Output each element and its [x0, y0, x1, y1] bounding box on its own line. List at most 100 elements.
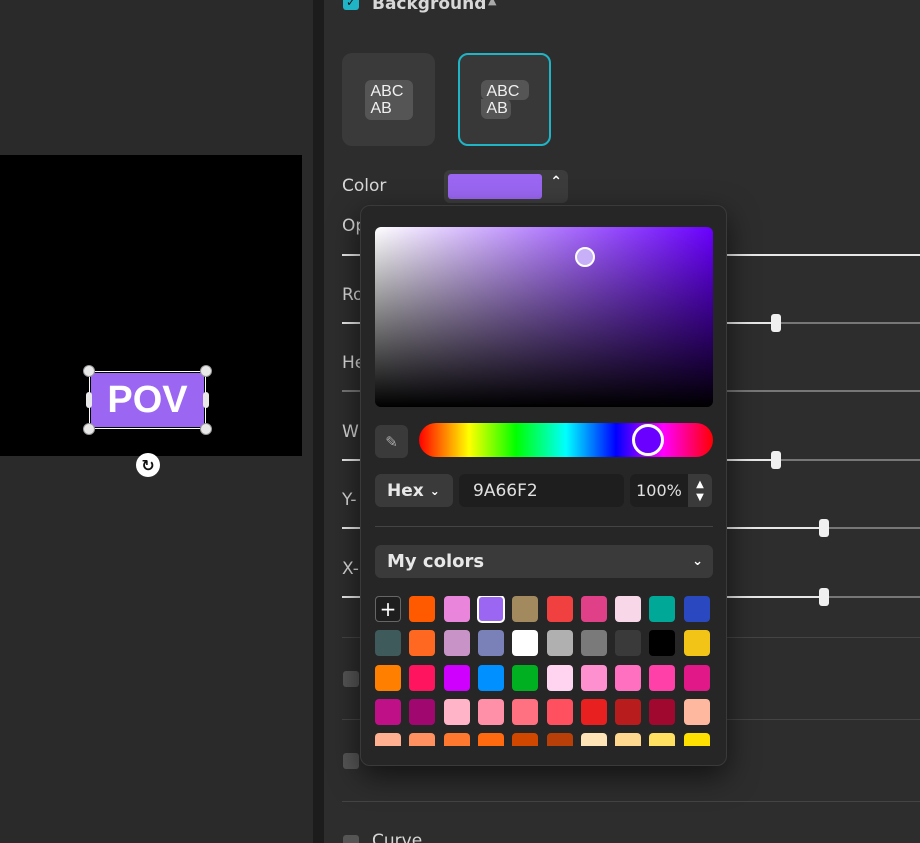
color-swatch[interactable] [581, 630, 607, 656]
color-swatch[interactable] [375, 665, 401, 691]
palette-dropdown[interactable]: My colors ⌄ [375, 545, 713, 578]
color-selector-marker[interactable] [575, 247, 595, 267]
color-swatch[interactable] [547, 630, 573, 656]
color-swatch[interactable] [478, 699, 504, 725]
color-swatch[interactable] [375, 733, 401, 746]
color-swatch[interactable] [409, 596, 435, 622]
color-swatch[interactable] [684, 596, 710, 622]
color-swatch[interactable] [409, 733, 435, 746]
color-swatch[interactable] [684, 630, 710, 656]
style-preview-icon: ABC AB [480, 79, 529, 120]
color-swatch[interactable] [547, 665, 573, 691]
color-swatch[interactable] [615, 665, 641, 691]
chevron-down-icon[interactable]: ▼ [696, 491, 704, 504]
color-swatch[interactable] [684, 699, 710, 725]
color-swatch[interactable] [444, 665, 470, 691]
opacity-stepper[interactable]: ▲ ▼ [688, 474, 712, 507]
color-swatch[interactable] [615, 699, 641, 725]
eyedropper-icon[interactable]: ✎ [375, 425, 408, 458]
hue-slider-thumb[interactable] [632, 424, 664, 456]
color-swatch[interactable] [409, 665, 435, 691]
color-swatch[interactable] [615, 596, 641, 622]
section-divider [342, 801, 920, 802]
color-swatch[interactable] [649, 665, 675, 691]
palette-label: My colors [387, 551, 485, 572]
color-swatch[interactable] [649, 596, 675, 622]
text-overlay-fill: POV [91, 373, 204, 427]
color-picker-popover: ✎ Hex ⌄ 100% ▲ ▼ My colors ⌄ + [360, 205, 727, 766]
color-swatch[interactable] [615, 733, 641, 746]
color-swatch[interactable] [444, 699, 470, 725]
color-dropdown-button[interactable]: ⌃ [444, 170, 568, 203]
color-swatch[interactable] [649, 630, 675, 656]
color-swatch[interactable] [478, 665, 504, 691]
text-overlay-box[interactable]: POV [89, 371, 206, 429]
x-offset-label: X- [342, 559, 359, 579]
color-swatch[interactable] [649, 733, 675, 746]
chevron-up-icon[interactable]: ▲ [488, 0, 496, 7]
chevron-up-icon[interactable]: ▲ [696, 478, 704, 491]
color-mode-label: Hex [387, 480, 424, 501]
picker-divider [375, 526, 713, 527]
saturation-value-area[interactable] [375, 227, 713, 407]
color-swatch[interactable] [684, 665, 710, 691]
slider-thumb[interactable] [771, 451, 781, 469]
slider-thumb[interactable] [819, 519, 829, 537]
hue-slider[interactable] [419, 423, 713, 457]
shadow-checkbox[interactable] [343, 753, 359, 769]
color-swatch[interactable] [512, 699, 538, 725]
rotate-icon[interactable]: ↻ [136, 453, 160, 477]
color-swatch[interactable] [547, 596, 573, 622]
color-swatch[interactable] [581, 596, 607, 622]
resize-handle-bottom-right[interactable] [200, 423, 212, 435]
color-swatch[interactable] [581, 665, 607, 691]
color-swatch[interactable] [684, 733, 710, 746]
color-swatch[interactable] [547, 699, 573, 725]
stroke-checkbox[interactable] [343, 671, 359, 687]
chevron-down-icon: ⌄ [692, 554, 703, 569]
color-swatch[interactable] [375, 630, 401, 656]
color-swatch[interactable] [512, 630, 538, 656]
resize-handle-right[interactable] [203, 392, 209, 408]
background-style-tile-1[interactable]: ABC AB [342, 53, 435, 146]
color-swatch[interactable] [615, 630, 641, 656]
color-swatch-grid: + [375, 596, 715, 746]
color-swatch[interactable] [478, 733, 504, 746]
color-swatch[interactable] [444, 596, 470, 622]
curve-section-title[interactable]: Curve [372, 831, 422, 843]
color-swatch[interactable] [581, 699, 607, 725]
color-swatch[interactable] [512, 665, 538, 691]
color-swatch[interactable] [581, 733, 607, 746]
color-swatch[interactable] [375, 699, 401, 725]
color-label: Color [342, 176, 387, 196]
color-swatch[interactable] [409, 699, 435, 725]
width-label: W [342, 422, 359, 442]
add-color-button[interactable]: + [375, 596, 401, 622]
hex-color-input[interactable] [459, 474, 624, 507]
color-swatch[interactable] [547, 733, 573, 746]
resize-handle-left[interactable] [86, 392, 92, 408]
color-swatch[interactable] [444, 733, 470, 746]
slider-thumb[interactable] [819, 588, 829, 606]
y-offset-label: Y- [342, 490, 357, 510]
color-swatch[interactable] [512, 596, 538, 622]
background-checkbox[interactable]: ✓ [343, 0, 359, 10]
background-section-title[interactable]: Background [372, 0, 486, 14]
slider-thumb[interactable] [771, 314, 781, 332]
chevron-up-icon: ⌃ [550, 174, 562, 190]
opacity-input[interactable]: 100% [630, 474, 688, 507]
resize-handle-top-left[interactable] [83, 365, 95, 377]
resize-handle-top-right[interactable] [200, 365, 212, 377]
chevron-down-icon: ⌄ [429, 483, 440, 498]
color-swatch[interactable] [512, 733, 538, 746]
resize-handle-bottom-left[interactable] [83, 423, 95, 435]
curve-checkbox[interactable] [343, 835, 359, 843]
color-swatch[interactable] [444, 630, 470, 656]
color-swatch[interactable] [649, 699, 675, 725]
color-swatch[interactable] [478, 630, 504, 656]
color-swatch[interactable] [409, 630, 435, 656]
color-mode-dropdown[interactable]: Hex ⌄ [375, 474, 453, 507]
background-style-tile-2[interactable]: ABC AB [458, 53, 551, 146]
color-swatch[interactable] [477, 596, 505, 623]
panel-divider[interactable] [313, 0, 324, 843]
